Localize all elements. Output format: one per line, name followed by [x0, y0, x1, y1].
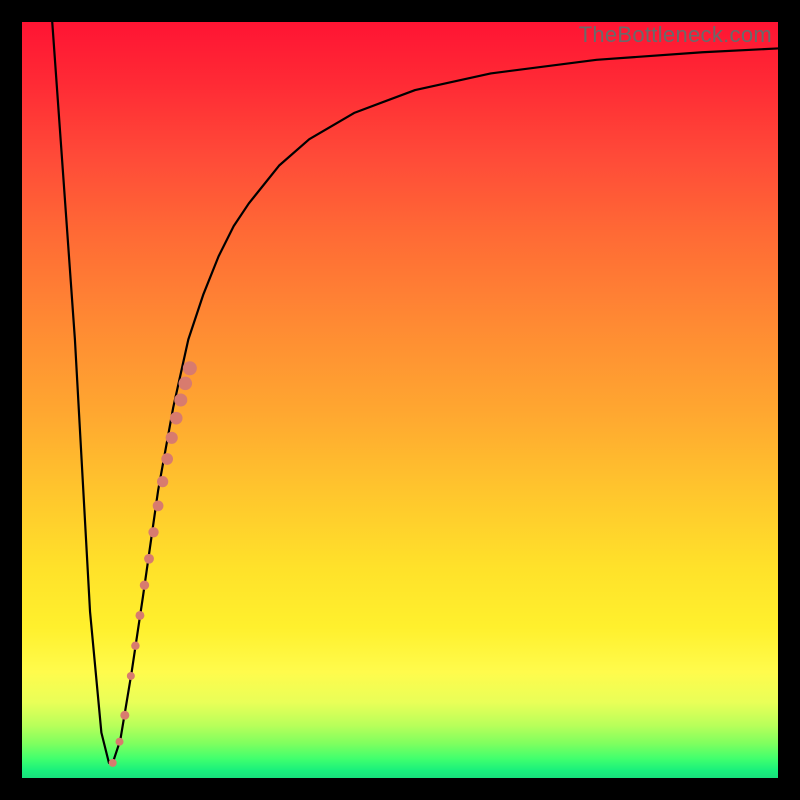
dot-low-1	[120, 711, 129, 720]
plot-area: TheBottleneck.com	[22, 22, 778, 778]
dot-bottom	[109, 759, 117, 767]
highlight-segment	[127, 672, 135, 680]
marker-group	[109, 361, 197, 767]
highlight-segment	[179, 377, 193, 391]
highlight-segment	[183, 361, 197, 375]
dot-low-2	[116, 738, 124, 746]
highlight-segment	[140, 581, 149, 590]
chart-frame: TheBottleneck.com	[0, 0, 800, 800]
curve-path-group	[52, 22, 778, 763]
highlight-segment	[144, 554, 154, 564]
highlight-segment	[153, 500, 164, 511]
highlight-segment	[148, 527, 158, 537]
highlight-segment	[157, 476, 168, 487]
highlight-segment	[161, 453, 173, 465]
highlight-segment	[135, 611, 144, 620]
highlight-segment	[174, 393, 187, 406]
highlight-segment	[170, 412, 183, 425]
main-curve	[52, 22, 778, 763]
chart-svg	[22, 22, 778, 778]
highlight-segment	[166, 432, 178, 444]
highlight-segment	[131, 641, 139, 649]
